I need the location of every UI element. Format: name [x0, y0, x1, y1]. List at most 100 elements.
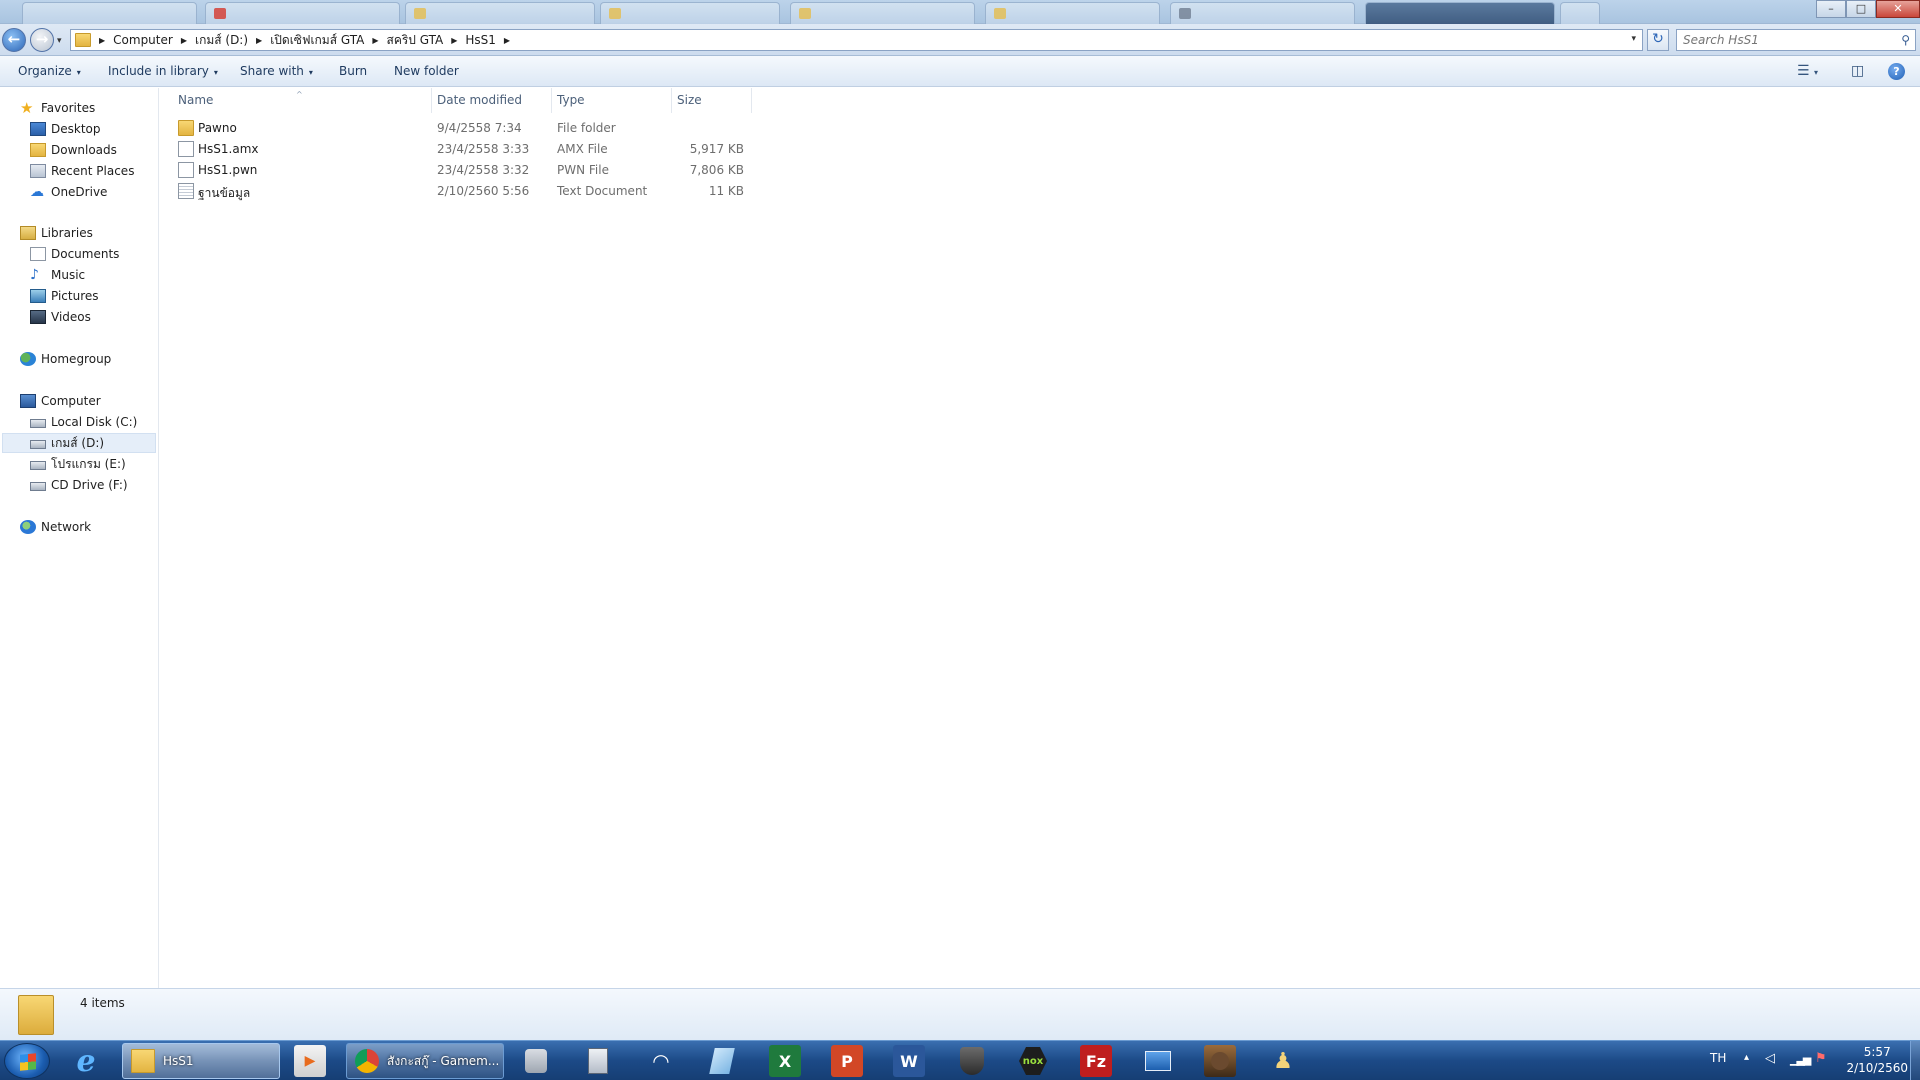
- samp-client-icon[interactable]: ♟: [1267, 1045, 1299, 1077]
- wifi-icon[interactable]: ◠: [645, 1045, 677, 1077]
- start-button[interactable]: [4, 1043, 50, 1079]
- nav-drive-d-label: เกมส์ (D:): [51, 435, 105, 450]
- pawn-editor-icon[interactable]: [520, 1045, 552, 1077]
- notepad-icon[interactable]: [706, 1045, 738, 1077]
- calculator-icon[interactable]: [582, 1045, 614, 1077]
- refresh-button[interactable]: ↻: [1647, 29, 1669, 51]
- nav-pictures-label: Pictures: [51, 289, 99, 303]
- nav-drive-e[interactable]: โปรแกรม (E:): [30, 454, 126, 474]
- nav-drive-d[interactable]: เกมส์ (D:): [2, 433, 156, 453]
- nav-libraries[interactable]: Libraries: [20, 223, 93, 243]
- nav-recent-places[interactable]: Recent Places: [30, 161, 134, 181]
- include-in-library-label: Include in library: [108, 64, 209, 78]
- breadcrumb-computer[interactable]: Computer: [113, 33, 173, 47]
- homegroup-icon: [20, 352, 36, 366]
- nav-documents[interactable]: Documents: [30, 244, 119, 264]
- nav-videos[interactable]: Videos: [30, 307, 91, 327]
- breadcrumb-gta-script[interactable]: สคริป GTA: [387, 31, 444, 50]
- filezilla-icon[interactable]: Fz: [1080, 1045, 1112, 1077]
- chevron-down-icon: ▾: [213, 68, 218, 77]
- nav-cd-drive-f[interactable]: CD Drive (F:): [30, 475, 128, 495]
- remote-desktop-icon[interactable]: [1142, 1045, 1174, 1077]
- powerpoint-icon[interactable]: P: [831, 1045, 863, 1077]
- command-bar: Organize ▾ Include in library ▾ Share with…: [0, 56, 1920, 87]
- clock[interactable]: 5:57 2/10/2560: [1846, 1044, 1908, 1076]
- chevron-right-icon[interactable]: ▶: [99, 36, 105, 45]
- chevron-right-icon[interactable]: ▶: [181, 36, 187, 45]
- back-button[interactable]: ←: [2, 28, 26, 52]
- desktop-icon: [30, 122, 46, 136]
- taskbar-chrome-window[interactable]: สังกะสกู๊ - Gamem...: [346, 1043, 504, 1079]
- new-folder-button[interactable]: New folder: [394, 64, 459, 78]
- help-button[interactable]: ?: [1888, 63, 1905, 80]
- file-row-hss1-amx[interactable]: HsS1.amx 23/4/2558 3:33 AMX File 5,917 K…: [160, 139, 920, 160]
- nav-favorites[interactable]: ★ Favorites: [20, 98, 95, 118]
- file-row-hss1-pwn[interactable]: HsS1.pwn 23/4/2558 3:32 PWN File 7,806 K…: [160, 160, 920, 181]
- breadcrumb-hss1[interactable]: HsS1: [465, 33, 496, 47]
- excel-glyph: X: [778, 1051, 792, 1071]
- file-row-database-txt[interactable]: ฐานข้อมูล 2/10/2560 5:56 Text Document 1…: [160, 181, 920, 202]
- address-bar[interactable]: ▶ Computer ▶ เกมส์ (D:) ▶ เปิดเซิฟเกมส์ …: [70, 29, 1643, 51]
- share-with-button[interactable]: Share with ▾: [240, 64, 313, 78]
- taskbar: e HsS1 ▶ สังกะสกู๊ - Gamem... ◠ X P W no…: [0, 1040, 1920, 1080]
- minimize-button[interactable]: –: [1816, 0, 1846, 18]
- search-icon[interactable]: ⚲: [1901, 33, 1910, 47]
- file-list: Name ^ Date modified Type Size Pawno 9/4/…: [160, 88, 1920, 988]
- show-desktop-button[interactable]: [1910, 1041, 1920, 1080]
- chevron-right-icon[interactable]: ▶: [372, 36, 378, 45]
- background-window-tab: [1560, 2, 1600, 24]
- address-dropdown-button[interactable]: ▾: [1631, 34, 1636, 44]
- item-count: 4 items: [80, 996, 125, 1010]
- nav-recent-places-label: Recent Places: [51, 164, 135, 178]
- gta-san-andreas-icon[interactable]: [1204, 1045, 1236, 1077]
- nav-homegroup[interactable]: Homegroup: [20, 349, 111, 369]
- ie-glyph: e: [76, 1043, 96, 1079]
- nav-onedrive[interactable]: ☁ OneDrive: [30, 182, 107, 202]
- shield-app-icon[interactable]: [956, 1045, 988, 1077]
- chevron-up-icon: ▴: [1744, 1052, 1750, 1063]
- burn-button[interactable]: Burn: [339, 64, 367, 78]
- navigation-bar: ← → ▾ ▶ Computer ▶ เกมส์ (D:) ▶ เปิดเซิฟ…: [0, 24, 1920, 56]
- column-header-size[interactable]: Size: [672, 88, 752, 113]
- chevron-down-icon: ▾: [1814, 68, 1819, 77]
- include-in-library-button[interactable]: Include in library ▾: [108, 64, 218, 78]
- change-view-button[interactable]: ☰ ▾: [1797, 63, 1818, 79]
- nav-computer[interactable]: Computer: [20, 391, 101, 411]
- taskbar-explorer-window[interactable]: HsS1: [122, 1043, 280, 1079]
- breadcrumb-gta-server[interactable]: เปิดเซิฟเกมส์ GTA: [270, 31, 364, 50]
- preview-pane-button[interactable]: ◫: [1851, 63, 1864, 79]
- column-header-date-modified[interactable]: Date modified: [432, 88, 552, 113]
- file-row-pawno[interactable]: Pawno 9/4/2558 7:34 File folder: [160, 118, 920, 139]
- folder-icon: [131, 1049, 155, 1073]
- file-type: File folder: [557, 121, 616, 135]
- file-type: Text Document: [557, 184, 648, 198]
- forward-button[interactable]: →: [30, 28, 54, 52]
- breadcrumb-drive-d[interactable]: เกมส์ (D:): [195, 31, 248, 50]
- organize-button[interactable]: Organize ▾: [18, 64, 81, 78]
- search-input[interactable]: [1677, 30, 1877, 50]
- nav-network[interactable]: Network: [20, 517, 91, 537]
- nav-pictures[interactable]: Pictures: [30, 286, 99, 306]
- nav-local-disk-c[interactable]: Local Disk (C:): [30, 412, 137, 432]
- nav-music[interactable]: ♪ Music: [30, 265, 85, 285]
- chevron-right-icon[interactable]: ▶: [504, 36, 510, 45]
- column-header-name[interactable]: Name ^: [160, 88, 432, 113]
- internet-explorer-icon[interactable]: e: [70, 1043, 102, 1079]
- nox-player-icon[interactable]: nox: [1017, 1045, 1049, 1077]
- close-button[interactable]: ✕: [1876, 0, 1920, 18]
- chevron-right-icon[interactable]: ▶: [256, 36, 262, 45]
- background-window-tab: [1170, 2, 1355, 24]
- chevron-right-icon[interactable]: ▶: [451, 36, 457, 45]
- word-icon[interactable]: W: [893, 1045, 925, 1077]
- media-player-icon[interactable]: ▶: [294, 1045, 326, 1077]
- nav-desktop[interactable]: Desktop: [30, 119, 101, 139]
- excel-icon[interactable]: X: [769, 1045, 801, 1077]
- nav-desktop-label: Desktop: [51, 122, 101, 136]
- nav-libraries-label: Libraries: [41, 226, 93, 240]
- maximize-button[interactable]: □: [1846, 0, 1876, 18]
- recent-pages-dropdown[interactable]: ▾: [57, 36, 62, 46]
- nav-downloads[interactable]: Downloads: [30, 140, 117, 160]
- file-type: AMX File: [557, 142, 608, 156]
- background-window-tab: [22, 2, 197, 24]
- column-header-type[interactable]: Type: [552, 88, 672, 113]
